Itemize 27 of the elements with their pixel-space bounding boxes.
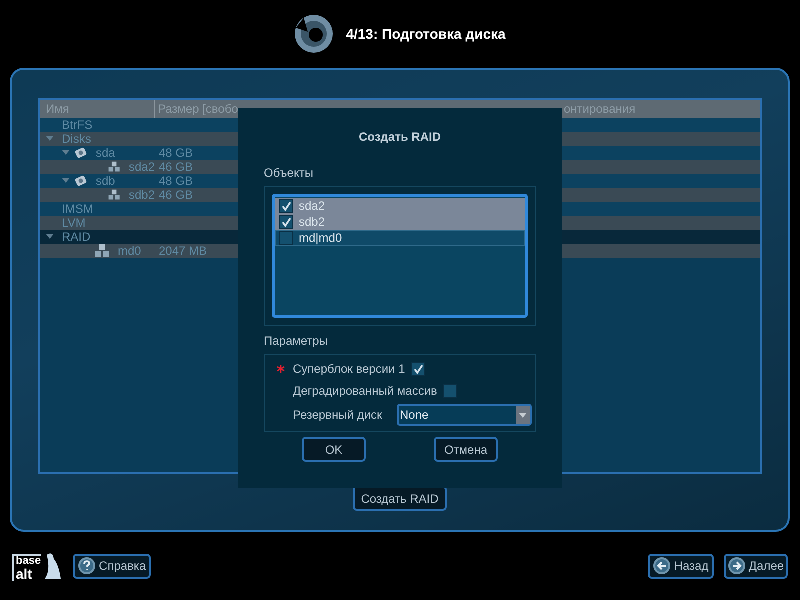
option-label: Суперблок версии 1 — [293, 361, 406, 378]
size-cell-text: 46 GB — [158, 187, 194, 204]
tree-label: IMSM — [62, 201, 94, 218]
size-cell-text: 2047 MB — [158, 243, 208, 260]
object-label: md|md0 — [299, 230, 342, 247]
tree-label: md0 — [118, 243, 142, 260]
tree-label: RAID — [62, 229, 91, 246]
tree-label: BtrFS — [62, 117, 93, 134]
dialog-title: Создать RAID — [358, 129, 442, 146]
tree-label: sdb — [96, 173, 116, 190]
size-cell-text: 46 GB — [158, 159, 194, 176]
object-label: sdb2 — [299, 214, 326, 231]
tree-label: sda2 — [128, 159, 155, 176]
tree-label: Disks — [62, 131, 92, 148]
option-label: Резервный диск — [293, 407, 384, 424]
page-title: 4/13: Подготовка диска — [346, 24, 506, 44]
logo-text: alt — [16, 567, 34, 581]
option-label: Деградированный массив — [293, 383, 438, 400]
object-label: sda2 — [299, 198, 326, 215]
tree-label: sda — [96, 145, 116, 162]
size-cell-text: 48 GB — [158, 145, 194, 162]
logo-text: base — [16, 556, 42, 567]
section-label: Параметры — [263, 333, 329, 350]
tree-label: sdb2 — [128, 187, 155, 204]
tree-label: LVM — [62, 215, 86, 232]
section-label: Объекты — [263, 165, 314, 182]
size-cell-text: 48 GB — [158, 173, 194, 190]
